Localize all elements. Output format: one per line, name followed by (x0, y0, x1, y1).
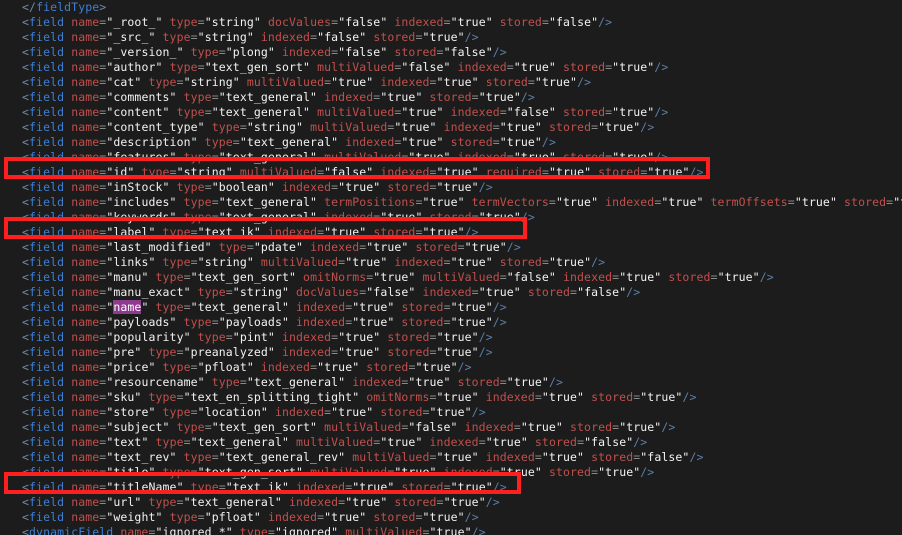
code-line[interactable]: <field name="sku" type="text_en_splittin… (0, 390, 902, 405)
code-line[interactable]: <field name="author" type="text_gen_sort… (0, 60, 902, 75)
code-line[interactable]: <field name="links" type="string" multiV… (0, 255, 902, 270)
code-line[interactable]: <field name="subject" type="text_gen_sor… (0, 420, 902, 435)
code-editor-window: </fieldType> <field name="_root_" type="s… (0, 0, 902, 535)
code-line[interactable]: <field name="features" type="text_genera… (0, 150, 902, 165)
code-line[interactable]: <field name="inStock" type="boolean" ind… (0, 180, 902, 195)
code-line[interactable]: <field name="last_modified" type="pdate"… (0, 240, 902, 255)
code-line-highlighted[interactable]: <field name="titleName" type="text_ik" i… (0, 480, 902, 495)
code-line[interactable]: <field name="keywords" type="text_genera… (0, 210, 902, 225)
code-line[interactable]: <field name="manu_exact" type="string" d… (0, 285, 902, 300)
code-line[interactable]: <field name="resourcename" type="text_ge… (0, 375, 902, 390)
code-line[interactable]: <field name="weight" type="pfloat" index… (0, 510, 902, 525)
code-line[interactable]: <field name="name" type="text_general" i… (0, 300, 902, 315)
code-line[interactable]: <dynamicField name="ignored *" type="ign… (0, 525, 902, 535)
code-line[interactable]: <field name="cat" type="string" multiVal… (0, 75, 902, 90)
code-line[interactable]: <field name="comments" type="text_genera… (0, 90, 902, 105)
code-line[interactable]: <field name="payloads" type="payloads" i… (0, 315, 902, 330)
code-line[interactable]: <field name="content_type" type="string"… (0, 120, 902, 135)
code-line[interactable]: <field name="text_rev" type="text_genera… (0, 450, 902, 465)
code-line[interactable]: <field name="content" type="text_general… (0, 105, 902, 120)
code-line[interactable]: <field name="description" type="text_gen… (0, 135, 902, 150)
code-line[interactable]: <field name="_version_" type="plong" ind… (0, 45, 902, 60)
code-line[interactable]: <field name="title" type="text_gen_sort"… (0, 465, 902, 480)
code-line[interactable]: </fieldType> (0, 0, 902, 15)
code-line[interactable]: <field name="price" type="pfloat" indexe… (0, 360, 902, 375)
code-content-area[interactable]: </fieldType> <field name="_root_" type="s… (0, 0, 902, 535)
code-line[interactable]: <field name="pre" type="preanalyzed" ind… (0, 345, 902, 360)
code-line-highlighted[interactable]: <field name="id" type="string" multiValu… (0, 165, 902, 180)
code-line-highlighted[interactable]: <field name="label" type="text_ik" index… (0, 225, 902, 240)
code-line[interactable]: <field name="includes" type="text_genera… (0, 195, 902, 210)
code-line[interactable]: <field name="_src_" type="string" indexe… (0, 30, 902, 45)
code-line[interactable]: <field name="url" type="text_general" in… (0, 495, 902, 510)
code-line[interactable]: <field name="_root_" type="string" docVa… (0, 15, 902, 30)
code-line[interactable]: <field name="text" type="text_general" m… (0, 435, 902, 450)
code-line[interactable]: <field name="popularity" type="pint" ind… (0, 330, 902, 345)
code-line[interactable]: <field name="manu" type="text_gen_sort" … (0, 270, 902, 285)
code-line[interactable]: <field name="store" type="location" inde… (0, 405, 902, 420)
